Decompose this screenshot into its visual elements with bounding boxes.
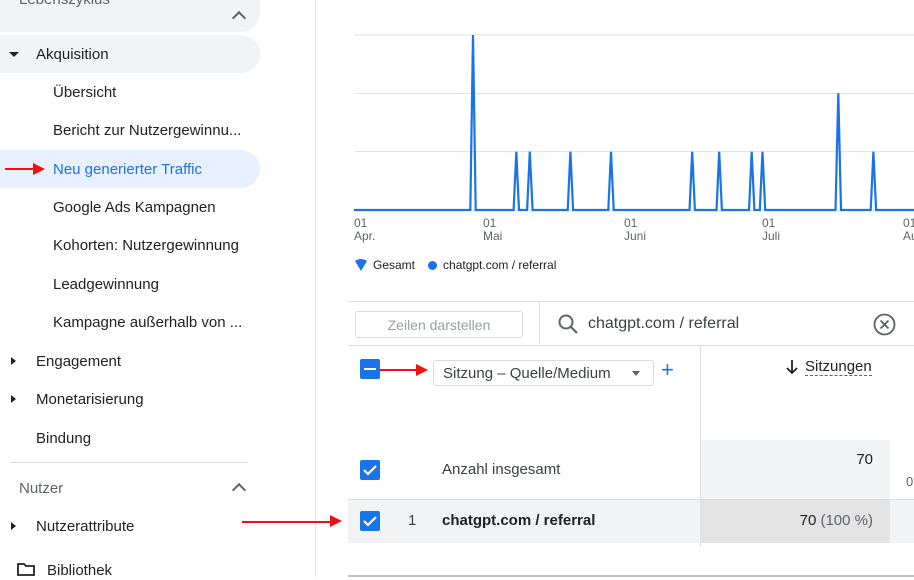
folder-icon <box>17 563 35 576</box>
search-input[interactable] <box>588 311 858 336</box>
dimension-dropdown-value: Sitzung – Quelle/Medium <box>443 364 611 382</box>
totals-value: 70 <box>856 451 873 468</box>
sidebar-item-label: Nutzerattribute <box>36 517 135 535</box>
series-line-chatgpt-referral <box>354 34 914 212</box>
x-tick-label: 01 Juni <box>624 216 647 243</box>
row-checkbox[interactable] <box>360 511 380 531</box>
chevron-up-icon[interactable] <box>231 482 247 498</box>
x-tick-label: 01 Juli <box>762 216 781 243</box>
sidebar-item-akquisition[interactable]: Akquisition <box>0 35 260 73</box>
sidebar-item-label: Bericht zur Nutzergewinnu... <box>53 121 242 139</box>
traffic-line-chart <box>354 34 914 212</box>
sidebar-item-label: Bindung <box>36 429 92 447</box>
x-tick-label: 01Au <box>903 216 914 243</box>
caret-right-icon <box>11 522 16 530</box>
divider <box>348 301 914 302</box>
arrow-down-icon <box>786 360 798 375</box>
partial-cell-text: 0 <box>906 474 914 489</box>
sidebar-item-engagement[interactable]: Engagement <box>0 342 260 380</box>
dropdown-arrow-icon <box>632 371 640 376</box>
totals-label: Anzahl insgesamt <box>442 461 561 478</box>
sidebar-divider <box>10 462 248 463</box>
section-nutzer-header[interactable]: Nutzer <box>0 470 260 506</box>
dimension-dropdown[interactable]: Sitzung – Quelle/Medium <box>433 360 654 386</box>
row-index: 1 <box>408 512 417 529</box>
chart-legend: Gesamt chatgpt.com / referral <box>354 258 556 272</box>
sidebar-item-label: Kohorten: Nutzergewinnung <box>53 236 239 254</box>
divider <box>348 499 914 500</box>
add-dimension-button[interactable]: + <box>661 359 679 381</box>
row-value-percent: (100 %) <box>820 512 873 529</box>
minus-icon <box>364 368 376 370</box>
chevron-up-icon[interactable] <box>231 10 247 26</box>
show-rows-button[interactable]: Zeilen darstellen <box>355 311 523 338</box>
sidebar-item-google-ads[interactable]: Google Ads Kampagnen <box>0 188 260 226</box>
check-icon <box>363 465 377 476</box>
sidebar-item-uebersicht[interactable]: Übersicht <box>0 73 260 111</box>
teardrop-icon <box>355 259 367 271</box>
x-tick-label: 01 Mai <box>483 216 503 243</box>
sidebar-item-label: Übersicht <box>53 83 117 101</box>
sidebar-item-label: Neu generierter Traffic <box>53 160 202 178</box>
chart-grid <box>354 34 914 211</box>
sidebar-item-label: Google Ads Kampagnen <box>53 198 216 216</box>
row-value: 70 (100 %) <box>778 512 873 529</box>
row-source-link[interactable]: chatgpt.com / referral <box>442 512 595 529</box>
sidebar-item-label: Engagement <box>36 352 122 370</box>
show-rows-label: Zeilen darstellen <box>387 316 491 333</box>
divider <box>539 302 540 345</box>
metric-header-label: Sitzungen <box>805 358 872 376</box>
row-value-number: 70 <box>799 512 817 529</box>
section-nutzer-label: Nutzer <box>19 480 64 497</box>
dot-icon <box>428 260 438 270</box>
sidebar-item-bindung[interactable]: Bindung <box>0 419 260 457</box>
legend-label-gesamt: Gesamt <box>373 258 416 272</box>
sidebar-item-label: Akquisition <box>36 45 109 63</box>
sidebar-item-leadgewinnung[interactable]: Leadgewinnung <box>0 265 260 303</box>
divider <box>348 345 914 346</box>
x-tick-label: 01 Apr. <box>354 216 376 243</box>
sidebar-item-label: Kampagne außerhalb von ... <box>53 313 243 331</box>
totals-checkbox[interactable] <box>360 460 380 480</box>
select-all-checkbox[interactable] <box>360 359 380 379</box>
sidebar-item-nutzergewinnung-bericht[interactable]: Bericht zur Nutzergewinnu... <box>0 111 260 149</box>
sidebar-item-monetarisierung[interactable]: Monetarisierung <box>0 380 260 418</box>
sidebar-item-kampagne[interactable]: Kampagne außerhalb von ... <box>0 303 260 341</box>
legend-label-series: chatgpt.com / referral <box>443 258 557 272</box>
table-row[interactable]: 1 chatgpt.com / referral 70 (100 %) <box>348 500 914 543</box>
caret-right-icon <box>11 395 16 403</box>
check-icon <box>363 516 377 527</box>
caret-right-icon <box>11 357 16 365</box>
sidebar-item-label: Monetarisierung <box>36 390 144 408</box>
clear-search-icon[interactable] <box>873 313 896 336</box>
search-icon <box>558 314 578 334</box>
metric-header-sitzungen[interactable]: Sitzungen <box>785 358 872 376</box>
sidebar-item-label: Leadgewinnung <box>53 275 159 293</box>
section-lifecycle-header[interactable]: Lebenszyklus <box>0 0 260 32</box>
sidebar-item-kohorten[interactable]: Kohorten: Nutzergewinnung <box>0 226 260 264</box>
sidebar-item-label: Bibliothek <box>47 562 113 579</box>
caret-down-icon <box>9 52 19 57</box>
section-lifecycle-label: Lebenszyklus <box>19 0 110 8</box>
sidebar-item-nutzerattribute[interactable]: Nutzerattribute <box>0 507 260 545</box>
sidebar: Lebenszyklus Akquisition Übersicht Beric… <box>0 0 316 580</box>
sidebar-item-bibliothek[interactable]: Bibliothek <box>0 556 260 580</box>
totals-value-cell <box>701 440 890 499</box>
